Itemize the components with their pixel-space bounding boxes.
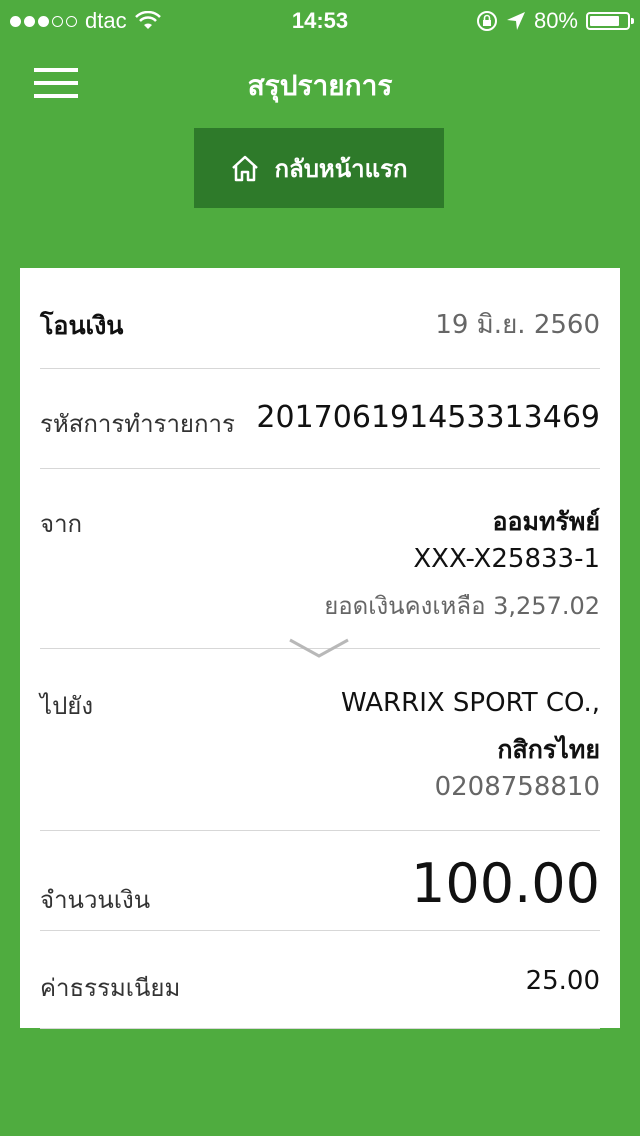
status-right: 80% <box>476 8 634 34</box>
home-button-label: กลับหน้าแรก <box>274 154 408 183</box>
status-bar: dtac 14:53 80% <box>0 0 640 40</box>
transaction-type-row: โอนเงิน 19 มิ.ย. 2560 <box>40 268 600 369</box>
navigation-bar: สรุปรายการ <box>0 40 640 128</box>
fee-row: ค่าธรรมเนียม 25.00 <box>40 930 600 1029</box>
home-icon <box>232 155 259 182</box>
reference-row: รหัสการทำรายการ 201706191453313469 <box>40 368 600 469</box>
to-label: ไปยัง <box>40 692 94 720</box>
location-arrow-icon <box>506 12 525 30</box>
from-label: จาก <box>40 510 83 538</box>
amount-value: 100.00 <box>411 852 600 915</box>
to-account-name: WARRIX SPORT CO., <box>340 688 600 718</box>
battery-percent: 80% <box>533 8 578 33</box>
page-title: สรุปรายการ <box>247 69 393 102</box>
to-account-row: ไปยัง WARRIX SPORT CO., กสิกรไทย 0208758… <box>40 648 600 831</box>
fee-label: ค่าธรรมเนียม <box>40 974 181 1002</box>
battery-tip <box>631 18 634 24</box>
transaction-summary-card: โอนเงิน 19 มิ.ย. 2560 รหัสการทำรายการ 20… <box>20 268 620 1029</box>
battery-level <box>590 16 619 26</box>
amount-row: จำนวนเงิน 100.00 <box>40 830 600 931</box>
home-button[interactable]: กลับหน้าแรก <box>194 128 444 208</box>
from-balance: ยอดเงินคงเหลือ 3,257.02 <box>324 592 600 620</box>
transaction-type: โอนเงิน <box>40 311 124 340</box>
transaction-date: 19 มิ.ย. 2560 <box>435 310 600 340</box>
fee-value: 25.00 <box>525 966 600 996</box>
from-account-name: ออมทรัพย์ <box>492 507 600 536</box>
battery-icon <box>586 12 634 30</box>
from-account-number: XXX-X25833-1 <box>413 544 600 574</box>
rotation-lock-icon <box>476 11 497 31</box>
amount-label: จำนวนเงิน <box>40 886 151 914</box>
reference-label: รหัสการทำรายการ <box>40 410 235 438</box>
from-account-row: จาก ออมทรัพย์ XXX-X25833-1 ยอดเงินคงเหลื… <box>40 468 600 649</box>
reference-number: 201706191453313469 <box>256 400 600 435</box>
to-bank-name: กสิกรไทย <box>497 735 600 764</box>
to-account-number: 0208758810 <box>434 772 600 802</box>
